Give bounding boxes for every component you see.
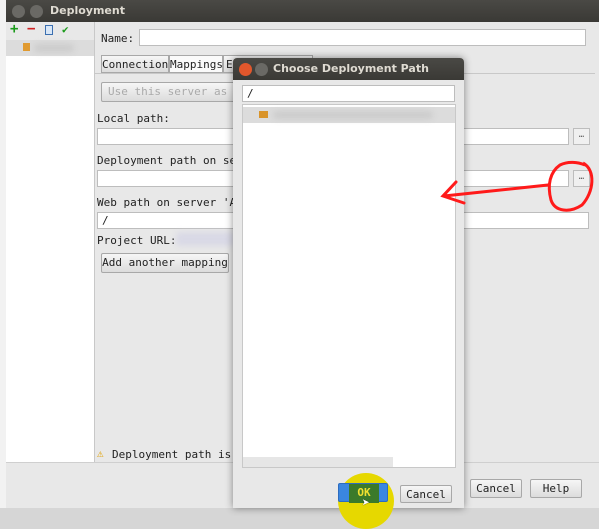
red-annotation: [440, 160, 594, 212]
annotation-circle: [547, 160, 594, 212]
annotation-arrow: [440, 180, 550, 205]
